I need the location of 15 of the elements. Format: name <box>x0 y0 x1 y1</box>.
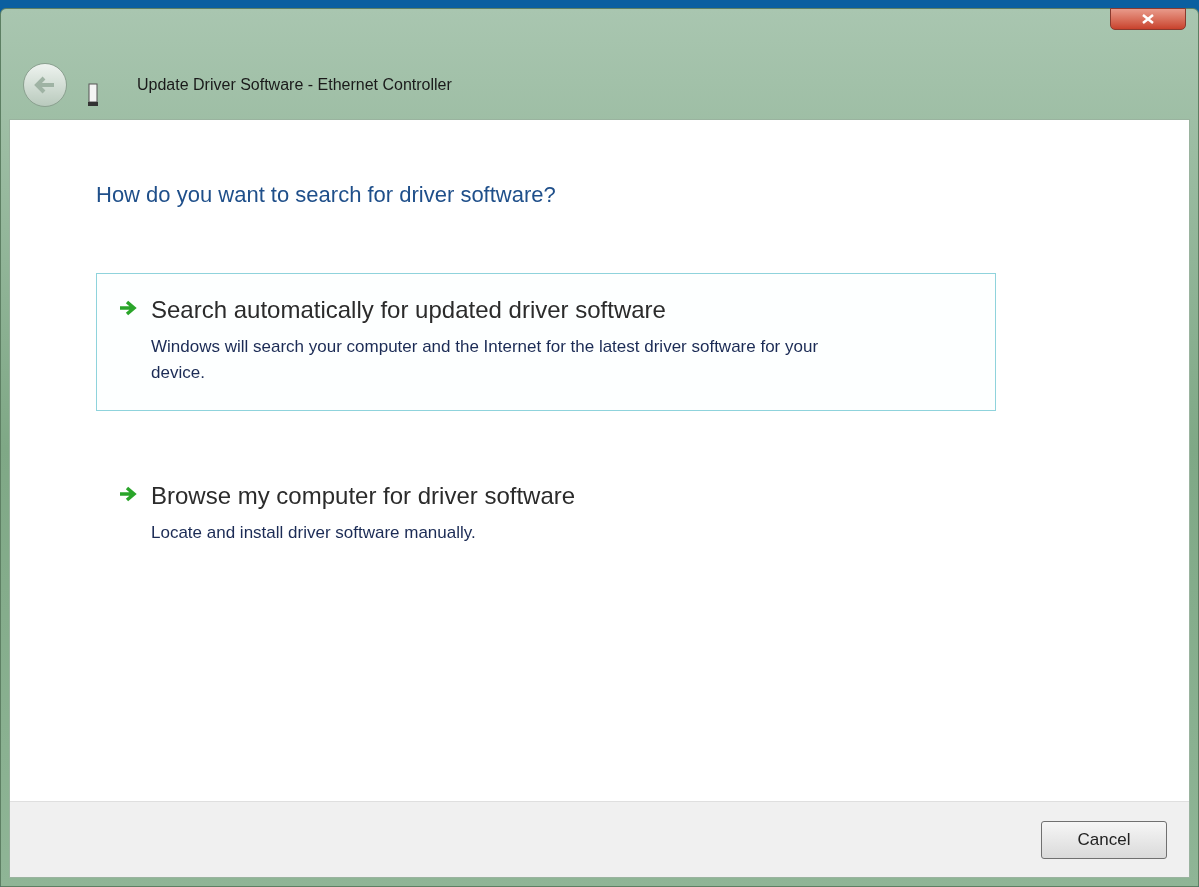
close-button[interactable] <box>1110 8 1186 30</box>
option-description: Locate and install driver software manually. <box>151 522 477 544</box>
arrow-icon <box>119 300 137 316</box>
option-link[interactable]: Search automatically for updated driver software Windows will search your computer and the Internet for the latest driver software for your device. <box>96 273 996 411</box>
back-arrow-icon <box>34 76 56 94</box>
window-title: Update Driver Software - Ethernet Controller <box>137 75 452 95</box>
cancel-button[interactable]: Cancel <box>1041 820 1167 859</box>
option-title: Browse my computer for driver software <box>151 481 576 511</box>
option-description: Windows will search your computer and the Internet for the latest driver software for your device. <box>151 336 820 384</box>
option-title: Search automatically for updated driver software <box>151 295 667 325</box>
close-icon <box>1142 14 1154 24</box>
device-icon <box>87 83 99 107</box>
page-heading: How do you want to search for driver software? <box>96 181 557 209</box>
option-link[interactable]: Browse my computer for driver software Locate and install driver software manually. <box>96 459 996 571</box>
arrow-icon <box>119 486 137 502</box>
